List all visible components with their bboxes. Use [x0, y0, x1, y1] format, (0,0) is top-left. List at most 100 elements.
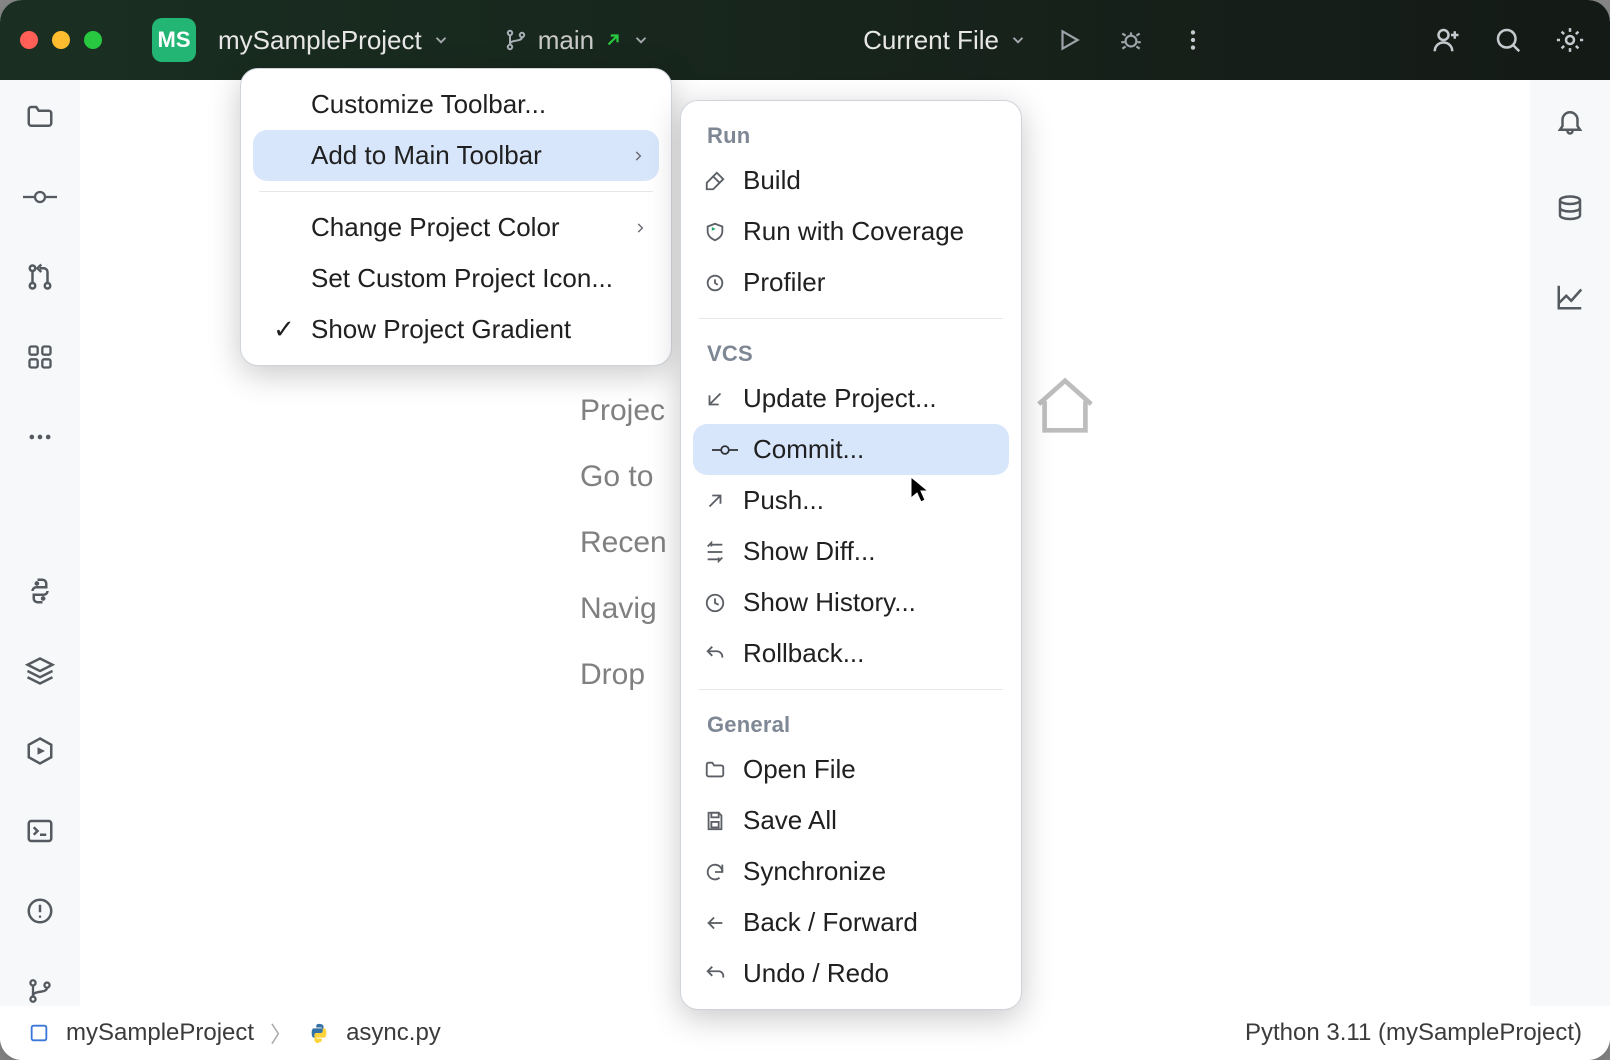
submenu-item-run-coverage[interactable]: Run with Coverage	[681, 206, 1021, 257]
undo-icon	[701, 643, 729, 665]
menu-item-add-to-main-toolbar[interactable]: Add to Main Toolbar	[253, 130, 659, 181]
status-bar: mySampleProject 〉 async.py Python 3.11 (…	[0, 1006, 1610, 1060]
submenu-item-build[interactable]: Build	[681, 155, 1021, 206]
history-icon	[701, 592, 729, 614]
minimize-window-button[interactable]	[52, 31, 70, 49]
submenu-label: Run with Coverage	[743, 216, 964, 247]
cursor-icon	[910, 476, 930, 504]
more-tools[interactable]	[21, 422, 59, 452]
back-icon	[701, 912, 729, 934]
submenu-item-open-file[interactable]: Open File	[681, 744, 1021, 795]
more-vertical-icon	[1180, 27, 1206, 53]
window-controls	[20, 31, 102, 49]
submenu-item-synchronize[interactable]: Synchronize	[681, 846, 1021, 897]
submenu-item-undo-redo[interactable]: Undo / Redo	[681, 948, 1021, 999]
menu-label: Add to Main Toolbar	[311, 140, 542, 171]
search-icon	[1493, 25, 1523, 55]
menu-item-show-gradient[interactable]: ✓ Show Project Gradient	[241, 304, 671, 355]
interpreter-status[interactable]: Python 3.11 (mySampleProject)	[1245, 1019, 1582, 1047]
more-button[interactable]	[1173, 20, 1213, 60]
save-icon	[701, 810, 729, 832]
menu-label: Show Project Gradient	[311, 314, 571, 345]
commit-tool[interactable]	[21, 182, 59, 212]
menu-item-customize-toolbar[interactable]: Customize Toolbar...	[241, 79, 671, 130]
submenu-label: Synchronize	[743, 856, 886, 887]
submenu-item-profiler[interactable]: Profiler	[681, 257, 1021, 308]
submenu-item-push[interactable]: Push...	[681, 475, 1021, 526]
breadcrumb[interactable]: mySampleProject 〉 async.py	[28, 1017, 441, 1049]
endpoints-tool[interactable]	[1551, 278, 1589, 316]
pull-requests-tool[interactable]	[21, 262, 59, 292]
check-icon: ✓	[271, 314, 297, 345]
welcome-hints: Searc Projec Go to Recen Navig Drop	[580, 328, 667, 692]
terminal-tool[interactable]	[21, 816, 59, 846]
home-icon	[1030, 372, 1100, 442]
submenu-header-vcs: VCS	[681, 329, 1021, 373]
play-icon	[1056, 27, 1082, 53]
submenu-label: Show History...	[743, 587, 916, 618]
app-window: MS mySampleProject main Current File	[0, 0, 1610, 1060]
diff-icon	[701, 541, 729, 563]
hint-line: Go to	[580, 460, 667, 494]
structure-icon	[26, 343, 54, 371]
structure-tool[interactable]	[21, 342, 59, 372]
notifications-tool[interactable]	[1551, 102, 1589, 140]
code-with-me-button[interactable]	[1426, 20, 1466, 60]
user-plus-icon	[1431, 25, 1461, 55]
submenu-item-save-all[interactable]: Save All	[681, 795, 1021, 846]
submenu-item-update-project[interactable]: Update Project...	[681, 373, 1021, 424]
submenu-item-show-history[interactable]: Show History...	[681, 577, 1021, 628]
run-config-label: Current File	[863, 25, 999, 56]
submenu-label: Update Project...	[743, 383, 937, 414]
separator	[699, 318, 1003, 319]
project-dropdown[interactable]: mySampleProject	[218, 25, 450, 56]
alert-icon	[25, 896, 55, 926]
module-icon	[28, 1022, 50, 1044]
arrow-up-right-icon	[604, 31, 622, 49]
hint-line: Projec	[580, 394, 667, 428]
python-icon	[25, 576, 55, 606]
play-hex-icon	[25, 736, 55, 766]
python-file-icon	[308, 1022, 330, 1044]
menu-label: Change Project Color	[311, 212, 560, 243]
submenu-label: Show Diff...	[743, 536, 875, 567]
run-config-dropdown[interactable]: Current File	[863, 25, 1027, 56]
submenu-label: Undo / Redo	[743, 958, 889, 989]
right-tool-rail	[1530, 80, 1610, 1006]
menu-item-change-project-color[interactable]: Change Project Color	[241, 202, 671, 253]
more-horizontal-icon	[26, 423, 54, 451]
layers-icon	[25, 656, 55, 686]
pull-request-icon	[25, 262, 55, 292]
database-tool[interactable]	[1551, 190, 1589, 228]
branch-dropdown[interactable]: main	[504, 25, 650, 56]
chevron-right-icon: 〉	[270, 1017, 292, 1049]
separator	[259, 191, 653, 192]
separator	[699, 689, 1003, 690]
project-tool[interactable]	[21, 102, 59, 132]
submenu-item-show-diff[interactable]: Show Diff...	[681, 526, 1021, 577]
chart-icon	[1555, 282, 1585, 312]
debug-button[interactable]	[1111, 20, 1151, 60]
submenu-item-rollback[interactable]: Rollback...	[681, 628, 1021, 679]
chevron-down-icon	[1009, 31, 1027, 49]
python-packages-tool[interactable]	[21, 656, 59, 686]
branch-icon	[504, 28, 528, 52]
titlebar: MS mySampleProject main Current File	[0, 0, 1610, 80]
submenu-header-run: Run	[681, 111, 1021, 155]
vcs-tool[interactable]	[21, 976, 59, 1006]
python-console-tool[interactable]	[21, 576, 59, 606]
submenu-item-commit[interactable]: Commit...	[693, 424, 1009, 475]
services-tool[interactable]	[21, 736, 59, 766]
undo2-icon	[701, 963, 729, 985]
maximize-window-button[interactable]	[84, 31, 102, 49]
settings-button[interactable]	[1550, 20, 1590, 60]
chevron-right-icon	[633, 218, 647, 238]
submenu-item-back-forward[interactable]: Back / Forward	[681, 897, 1021, 948]
search-button[interactable]	[1488, 20, 1528, 60]
menu-item-set-custom-icon[interactable]: Set Custom Project Icon...	[241, 253, 671, 304]
project-name: mySampleProject	[218, 25, 422, 56]
run-button[interactable]	[1049, 20, 1089, 60]
problems-tool[interactable]	[21, 896, 59, 926]
close-window-button[interactable]	[20, 31, 38, 49]
submenu-label: Save All	[743, 805, 837, 836]
